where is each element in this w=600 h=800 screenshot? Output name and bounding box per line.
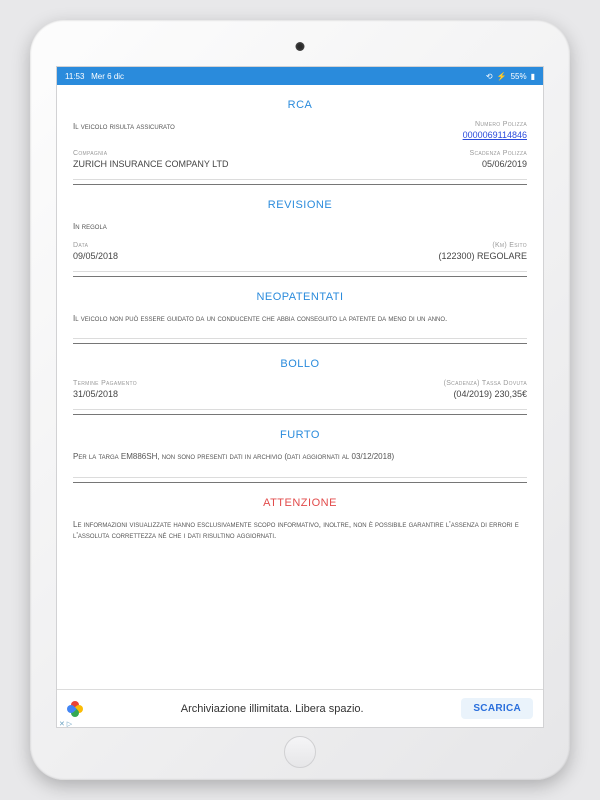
rev-date-label: Data	[73, 242, 118, 249]
rca-expiry-label: Scadenza Polizza	[470, 150, 527, 157]
rca-company-label: Compagnia	[73, 150, 229, 157]
status-right: ⟲ ⚡ 55% ▮	[486, 72, 535, 81]
status-date: Mer 6 dic	[91, 72, 124, 81]
rotation-lock-icon: ⟲	[486, 72, 493, 81]
section-title-rca: RCA	[73, 85, 527, 121]
section-title-furto: FURTO	[73, 415, 527, 451]
bollo-due: (04/2019) 230,35€	[453, 389, 527, 399]
wifi-icon: ⚡	[497, 72, 507, 81]
rca-policy-number[interactable]: 0000069114846	[463, 130, 527, 140]
status-bar: 11:53 Mer 6 dic ⟲ ⚡ 55% ▮	[57, 67, 543, 85]
tablet-frame: 11:53 Mer 6 dic ⟲ ⚡ 55% ▮ RCA Il veicolo…	[30, 20, 570, 780]
ad-text: Archiviazione illimitata. Libera spazio.	[83, 703, 461, 715]
rev-km-label: (Km) Esito	[492, 242, 527, 249]
rca-company: ZURICH INSURANCE COMPANY LTD	[73, 159, 229, 169]
battery-percent: 55%	[511, 72, 527, 81]
neo-text: Il veicolo non può essere guidato da un …	[73, 313, 527, 324]
google-photos-icon[interactable]	[67, 701, 83, 717]
download-button[interactable]: SCARICA	[461, 698, 533, 719]
rev-status: In regola	[73, 221, 107, 232]
rca-status: Il veicolo risulta assicurato	[73, 121, 175, 132]
attenzione-text: Le informazioni visualizzate hanno esclu…	[73, 519, 527, 541]
bollo-paid: 31/05/2018	[73, 389, 137, 399]
bollo-paid-label: Termine Pagamento	[73, 380, 137, 387]
section-title-attenzione: ATTENZIONE	[73, 483, 527, 519]
bollo-due-label: (Scadenza) Tassa Dovuta	[444, 380, 527, 387]
section-title-neopatentati: NEOPATENTATI	[73, 277, 527, 313]
home-button[interactable]	[284, 736, 316, 768]
rca-expiry: 05/06/2019	[482, 159, 527, 169]
section-title-bollo: BOLLO	[73, 344, 527, 380]
camera-icon	[296, 42, 305, 51]
rev-km-result: (122300) REGOLARE	[438, 251, 527, 261]
rev-date: 09/05/2018	[73, 251, 118, 261]
status-left: 11:53 Mer 6 dic	[65, 72, 124, 81]
section-title-revisione: REVISIONE	[73, 185, 527, 221]
ad-close-icon[interactable]: ✕ ▷	[59, 720, 72, 728]
status-time: 11:53	[65, 72, 84, 81]
screen: 11:53 Mer 6 dic ⟲ ⚡ 55% ▮ RCA Il veicolo…	[56, 66, 544, 728]
rca-policy-label: Numero Polizza	[475, 121, 527, 128]
ad-bar: Archiviazione illimitata. Libera spazio.…	[57, 689, 543, 727]
furto-text: Per la targa EM886SH, non sono presenti …	[73, 451, 527, 462]
content[interactable]: RCA Il veicolo risulta assicurato Numero…	[57, 85, 543, 689]
battery-icon: ▮	[531, 72, 535, 81]
